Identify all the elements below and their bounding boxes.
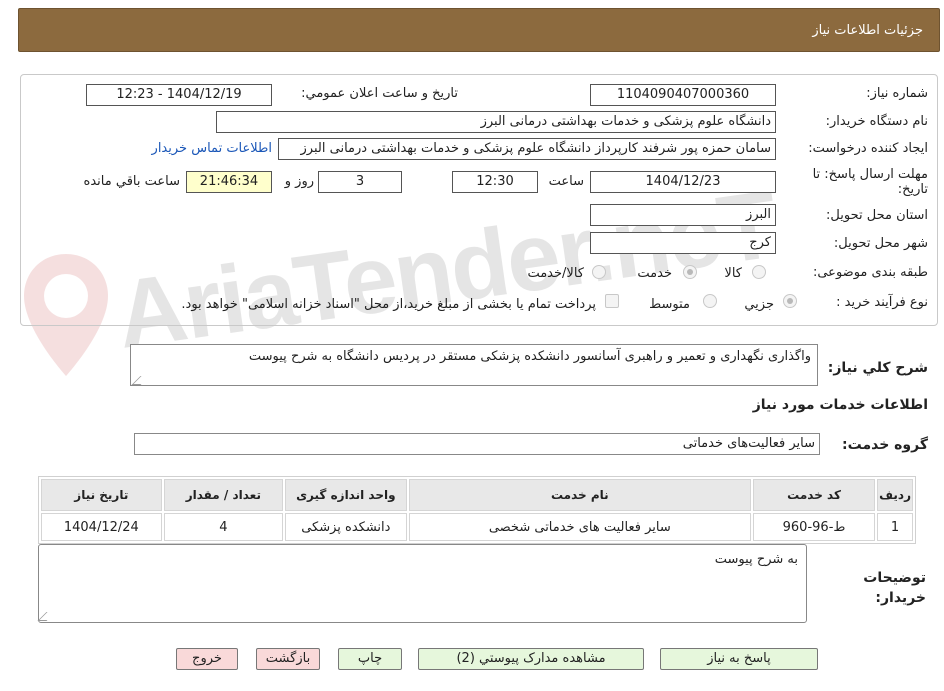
summary-textarea[interactable]: واگذاری نگهداری و تعمیر و راهبری آسانسور…: [130, 344, 818, 386]
process-label: نوع فرآیند خرید :: [836, 295, 928, 310]
service-group-field: سایر فعالیت‌های خدماتی: [134, 433, 820, 455]
print-button[interactable]: چاپ: [338, 648, 402, 670]
cell-quantity: 4: [163, 513, 283, 541]
treasury-payment-checkbox[interactable]: [605, 294, 619, 308]
col-row-number: ردیف: [877, 479, 913, 511]
province-field: البرز: [590, 204, 776, 226]
buyer-notes-label-line1: توضیحات: [863, 570, 926, 586]
category-option-goods: کالا: [724, 266, 742, 281]
remaining-label: ساعت باقي مانده: [83, 174, 180, 189]
buyer-notes-label-line2: خریدار:: [875, 590, 926, 606]
service-group-label: گروه خدمت:: [842, 437, 928, 453]
category-radio-service[interactable]: [683, 265, 697, 279]
category-radio-goods-service[interactable]: [592, 265, 606, 279]
days-label: روز و: [284, 174, 314, 189]
deadline-time-field: 12:30: [452, 171, 538, 193]
deadline-label-line2: تاریخ:: [897, 182, 928, 197]
days-field: 3: [318, 171, 402, 193]
need-number-field: 1104090407000360: [590, 84, 776, 106]
announce-field: 1404/12/19 - 12:23: [86, 84, 272, 106]
summary-label: شرح کلي نیاز:: [827, 360, 928, 376]
view-attachments-button[interactable]: مشاهده مدارک پیوستي (2): [418, 648, 644, 670]
city-label: شهر محل تحویل:: [833, 236, 928, 251]
table-row: 1 ط-96-960 سایر فعالیت های خدماتی شخصی د…: [41, 513, 913, 541]
reply-button[interactable]: پاسخ به نیاز: [660, 648, 818, 670]
buyer-org-field: دانشگاه علوم پزشکی و خدمات بهداشتی درمان…: [216, 111, 776, 133]
exit-button[interactable]: خروج: [176, 648, 238, 670]
services-table-header: ردیف کد خدمت نام خدمت واحد اندازه گیری ت…: [41, 479, 913, 511]
treasury-payment-note: پرداخت تمام یا بخشی از مبلغ خرید،از محل …: [181, 297, 596, 312]
services-section-title: اطلاعات خدمات مورد نیاز: [752, 397, 928, 413]
need-number-label: شماره نیاز:: [866, 86, 928, 101]
requester-field: سامان حمزه پور شرفند کارپرداز دانشگاه عل…: [278, 138, 776, 160]
deadline-date-field: 1404/12/23: [590, 171, 776, 193]
cell-unit: دانشکده پزشکی: [285, 513, 407, 541]
deadline-label-line1: مهلت ارسال پاسخ: تا: [812, 167, 928, 182]
page-header: جزئیات اطلاعات نیاز: [18, 8, 940, 52]
process-radio-minor[interactable]: [783, 294, 797, 308]
cell-row-number: 1: [877, 513, 913, 541]
col-quantity: تعداد / مقدار: [163, 479, 283, 511]
category-option-goods-service: کالا/خدمت: [527, 266, 584, 281]
cell-service-code: ط-96-960: [752, 513, 876, 541]
buyer-org-label: نام دستگاه خریدار:: [825, 114, 928, 129]
buyer-notes-textarea[interactable]: به شرح پیوست: [38, 544, 807, 623]
process-option-medium: متوسط: [649, 297, 690, 312]
buyer-contact-link[interactable]: اطلاعات تماس خریدار: [152, 141, 272, 156]
process-option-minor: جزيي: [744, 297, 774, 312]
deadline-label: مهلت ارسال پاسخ: تا تاریخ:: [813, 167, 928, 197]
deadline-time-label: ساعت: [548, 174, 584, 189]
cell-need-date: 1404/12/24: [41, 513, 162, 541]
page-title: جزئیات اطلاعات نیاز: [812, 23, 923, 38]
process-radio-medium[interactable]: [703, 294, 717, 308]
col-need-date: تاریخ نیاز: [41, 479, 162, 511]
category-option-service: خدمت: [637, 266, 672, 281]
cell-service-name: سایر فعالیت های خدماتی شخصی: [408, 513, 751, 541]
city-field: کرج: [590, 232, 776, 254]
category-radio-goods[interactable]: [752, 265, 766, 279]
services-table: ردیف کد خدمت نام خدمت واحد اندازه گیری ت…: [38, 476, 916, 544]
province-label: استان محل تحویل:: [826, 208, 928, 223]
category-label: طبقه بندی موضوعی:: [812, 265, 928, 280]
col-service-name: نام خدمت: [408, 479, 751, 511]
announce-label: تاریخ و ساعت اعلان عمومي:: [301, 86, 458, 101]
remaining-time-field: 21:46:34: [186, 171, 272, 193]
buyer-notes-label: توضیحات خریدار:: [863, 568, 926, 608]
col-unit: واحد اندازه گیری: [285, 479, 407, 511]
requester-label: ایجاد کننده درخواست:: [808, 141, 928, 156]
back-button[interactable]: بازگشت: [256, 648, 320, 670]
col-service-code: کد خدمت: [752, 479, 876, 511]
